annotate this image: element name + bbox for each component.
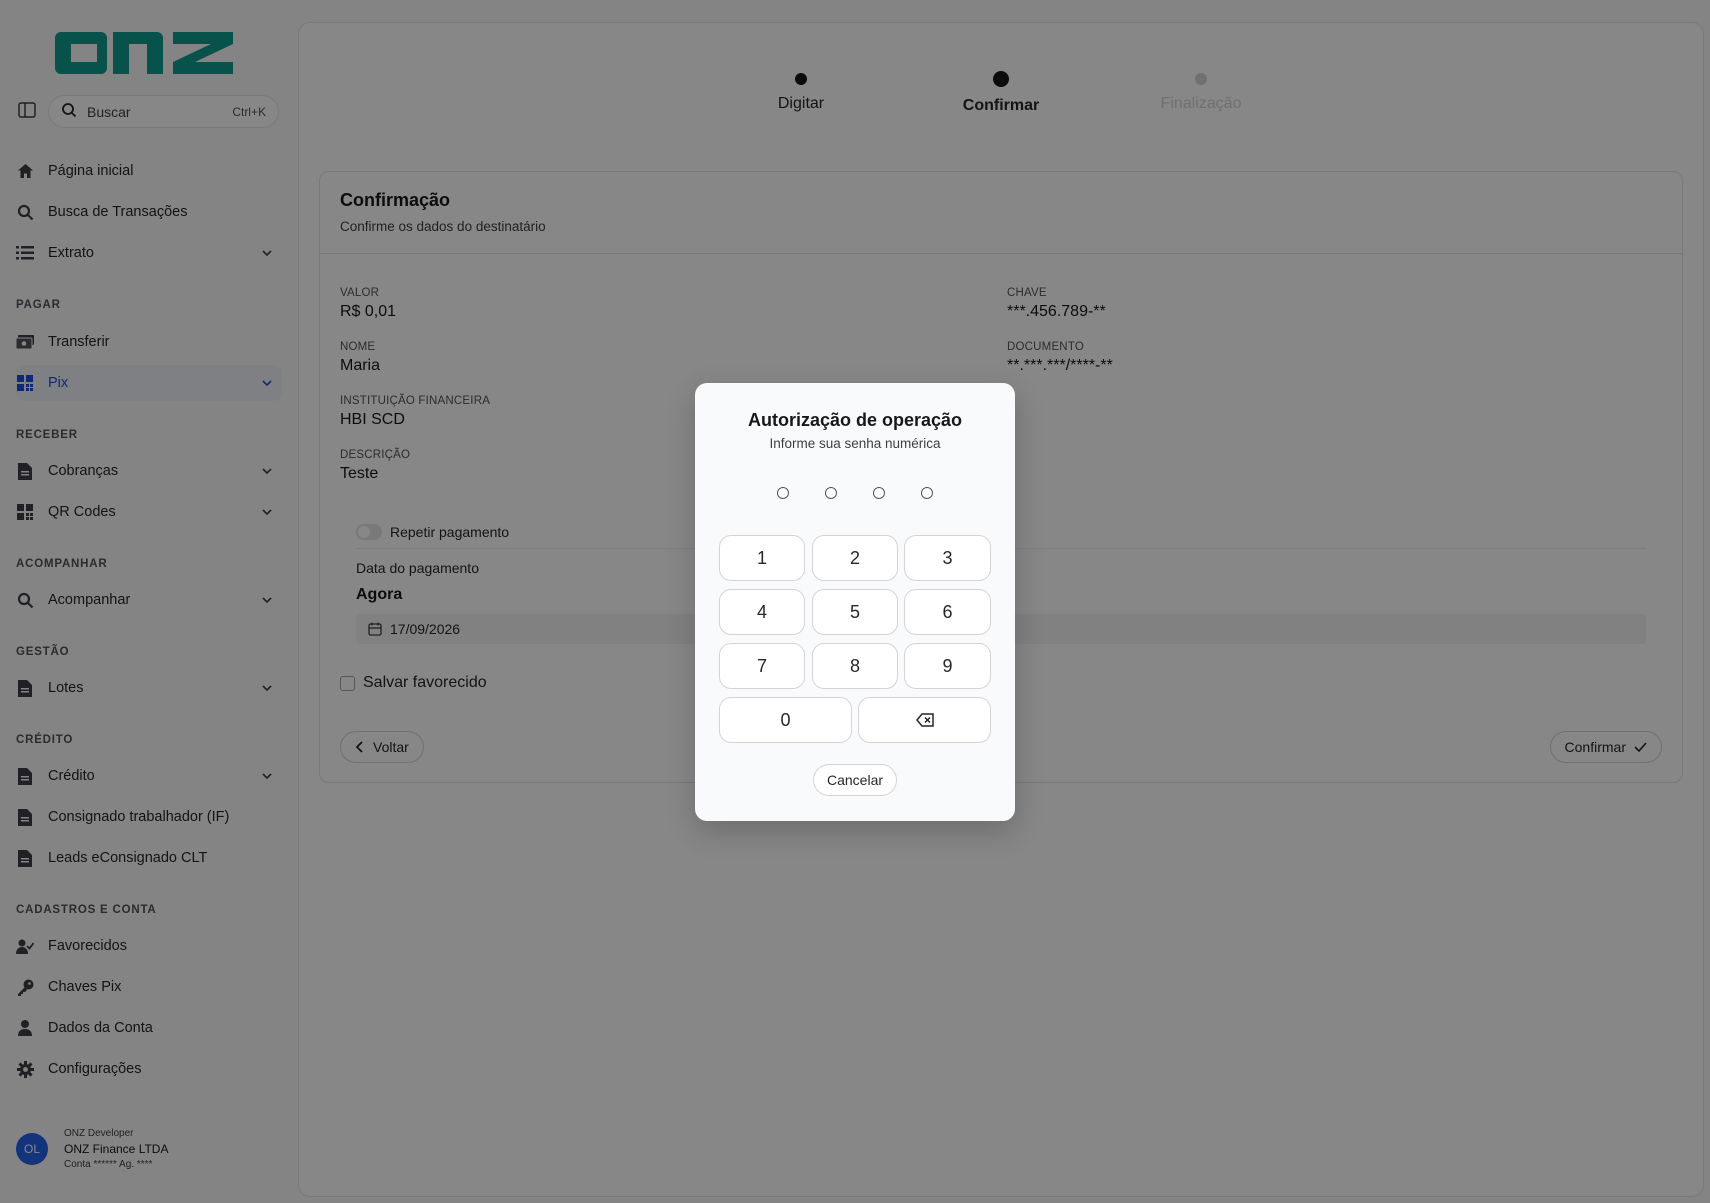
keypad-key-4[interactable]: 4 bbox=[719, 589, 805, 635]
keypad-key-9[interactable]: 9 bbox=[904, 643, 991, 689]
keypad-key-0[interactable]: 0 bbox=[719, 697, 852, 743]
keypad-key-6[interactable]: 6 bbox=[904, 589, 991, 635]
keypad-key-2[interactable]: 2 bbox=[812, 535, 898, 581]
pin-dot bbox=[777, 487, 789, 499]
pin-dot bbox=[825, 487, 837, 499]
pin-dot bbox=[873, 487, 885, 499]
backspace-icon bbox=[915, 713, 934, 727]
keypad-key-7[interactable]: 7 bbox=[719, 643, 805, 689]
keypad-key-5[interactable]: 5 bbox=[812, 589, 898, 635]
keypad-key-3[interactable]: 3 bbox=[904, 535, 991, 581]
pin-indicator bbox=[695, 487, 1015, 499]
modal-title: Autorização de operação bbox=[747, 410, 963, 430]
pin-dot bbox=[921, 487, 933, 499]
cancel-button[interactable]: Cancelar bbox=[813, 764, 897, 796]
modal-subtitle: Informe sua senha numérica bbox=[769, 436, 941, 451]
keypad-key-8[interactable]: 8 bbox=[812, 643, 898, 689]
authorization-modal: Autorização de operação Informe sua senh… bbox=[695, 383, 1015, 821]
keypad-backspace-button[interactable] bbox=[858, 697, 991, 743]
keypad-key-1[interactable]: 1 bbox=[719, 535, 805, 581]
